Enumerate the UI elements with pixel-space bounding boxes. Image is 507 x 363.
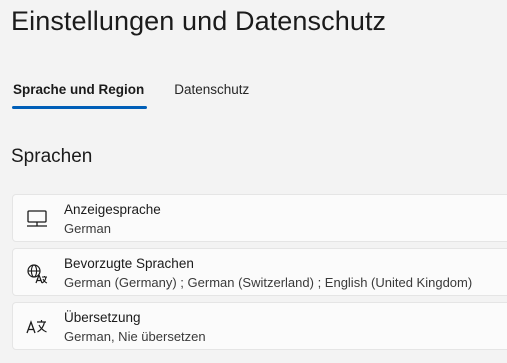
preferred-languages-value: German (Germany) ; German (Switzerland) … [64,275,473,290]
preferred-languages-label: Bevorzugte Sprachen [64,256,194,271]
translation-setting[interactable]: Übersetzung German, Nie übersetzen [12,302,507,350]
translate-icon [26,317,47,337]
translation-label: Übersetzung [64,310,141,325]
language-globe-icon [26,263,48,284]
display-language-label: Anzeigesprache [64,202,161,217]
section-heading: Sprachen [11,146,93,167]
tab-bar: Sprache und Region Datenschutz [12,80,250,109]
display-language-value: German [64,221,111,236]
translation-value: German, Nie übersetzen [64,329,206,344]
display-language-setting[interactable]: Anzeigesprache German [12,194,507,242]
page-title: Einstellungen und Datenschutz [11,6,387,36]
tab-sprache-und-region[interactable]: Sprache und Region [12,80,148,109]
preferred-languages-setting[interactable]: Bevorzugte Sprachen German (Germany) ; G… [12,248,507,296]
monitor-icon [26,209,47,229]
tab-datenschutz[interactable]: Datenschutz [173,80,250,109]
